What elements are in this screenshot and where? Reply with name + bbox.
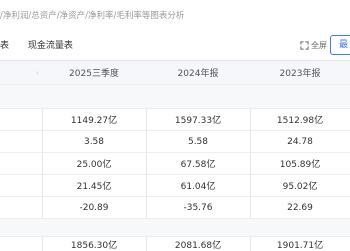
- table-cell: [250, 219, 350, 236]
- table-cell: 21.45亿: [76, 182, 112, 192]
- table-cell: 105.89亿: [279, 160, 321, 170]
- table-cell: -35.76: [183, 202, 213, 213]
- chevron-left-icon[interactable]: ‹: [36, 69, 39, 77]
- table-header-row: ‹ 2025三季度 2024年报 2023年报: [0, 61, 350, 85]
- statement-tabs: 表 现金流量表: [0, 38, 73, 54]
- latest-button[interactable]: 最: [330, 35, 350, 55]
- table-row: [0, 85, 350, 109]
- table-cell: [250, 85, 350, 108]
- table-cell: 22.69: [287, 202, 313, 213]
- table-cell: 25.00亿: [76, 160, 112, 170]
- table-cell: 3.58: [83, 136, 105, 147]
- table-cell: 1597.33亿: [174, 116, 222, 126]
- table-cell: [146, 85, 250, 108]
- table-row: 3.58 5.58 24.78: [0, 131, 350, 153]
- table-cell: [42, 219, 146, 236]
- financial-table: ‹ 2025三季度 2024年报 2023年报 1149.27亿 1597.33…: [0, 60, 350, 251]
- table-cell: 1901.71亿: [276, 240, 324, 251]
- fullscreen-label: 全屏: [311, 41, 327, 50]
- table-cell: 95.02亿: [282, 182, 318, 192]
- table-cell: [42, 85, 146, 108]
- table-row: 25.00亿 67.58亿 105.89亿: [0, 153, 350, 175]
- fullscreen-icon: [300, 41, 309, 50]
- table-cell: 1856.30亿: [70, 240, 118, 251]
- column-header: 2023年报: [279, 69, 321, 79]
- tab-cash-flow-statement[interactable]: 现金流量表: [28, 38, 73, 54]
- table-cell: [146, 219, 250, 236]
- table-row: 1856.30亿 2081.68亿 1901.71亿: [0, 237, 350, 251]
- table-cell: 1512.98亿: [276, 116, 324, 126]
- column-header: 2024年报: [177, 69, 219, 79]
- table-row: -20.89 -35.76 22.69: [0, 197, 350, 219]
- table-cell: 67.58亿: [180, 160, 216, 170]
- latest-button-label: 最: [339, 40, 349, 50]
- fullscreen-button[interactable]: 全屏: [300, 38, 327, 54]
- table-cell: -20.89: [79, 202, 109, 213]
- table-row: 1149.27亿 1597.33亿 1512.98亿: [0, 109, 350, 131]
- table-cell: 2081.68亿: [174, 240, 222, 251]
- table-row: 21.45亿 61.04亿 95.02亿: [0, 175, 350, 197]
- breadcrumb-subtitle: /净利润/总资产/净资产/净利率/毛利率等图表分析: [0, 11, 185, 21]
- table-cell: 61.04亿: [180, 182, 216, 192]
- table-cell: 5.58: [187, 136, 209, 147]
- tab-statement[interactable]: 表: [0, 38, 9, 54]
- table-cell: 1149.27亿: [70, 116, 118, 126]
- table-row: [0, 219, 350, 237]
- table-cell: 24.78: [287, 136, 313, 147]
- column-header: 2025三季度: [69, 69, 119, 79]
